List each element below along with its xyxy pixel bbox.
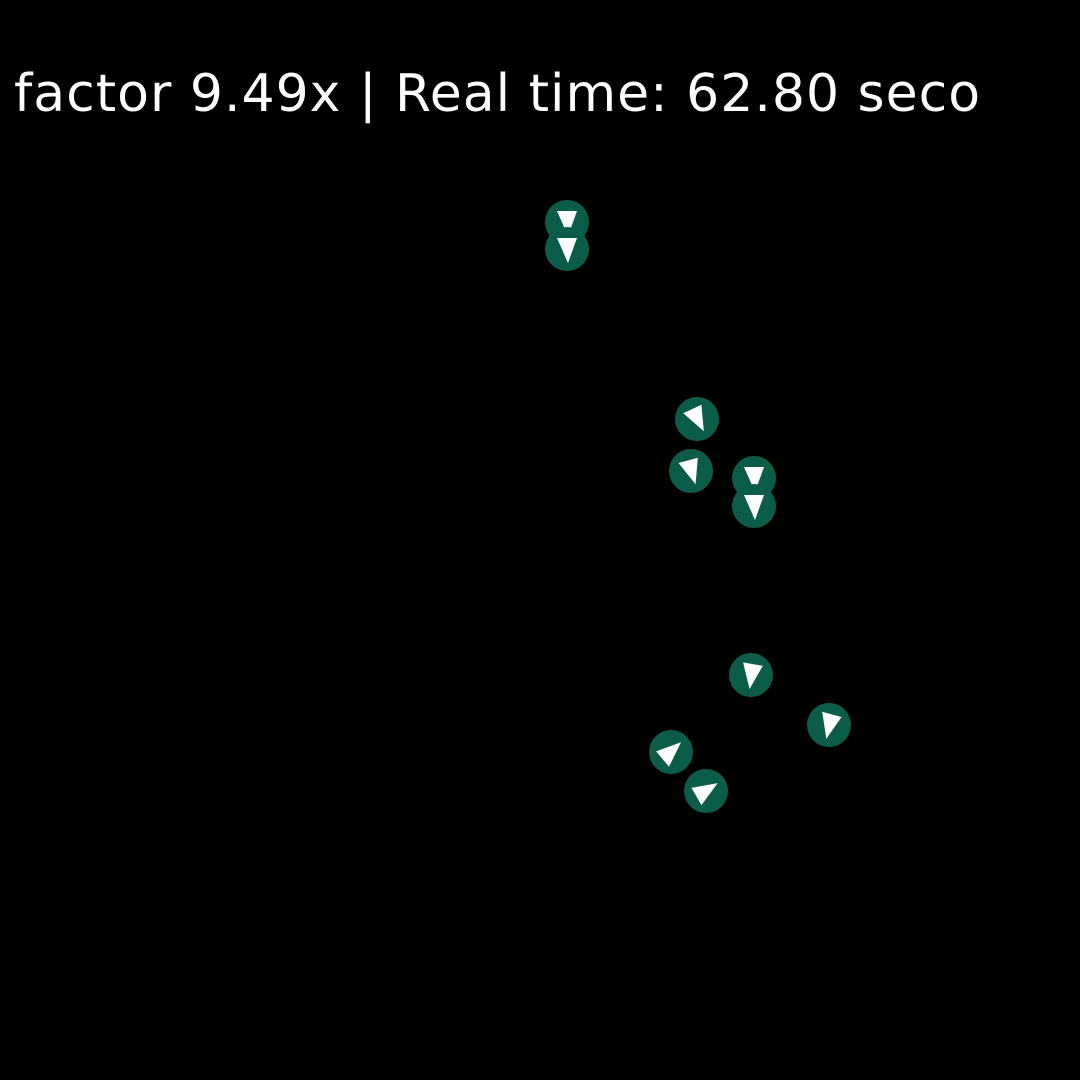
agent-10 — [684, 769, 728, 813]
agents-layer — [545, 200, 851, 813]
agent-2 — [545, 227, 589, 271]
agent-3 — [675, 397, 719, 441]
agent-7 — [729, 653, 773, 697]
agent-4 — [669, 449, 713, 493]
agent-8 — [807, 703, 851, 747]
agent-9 — [649, 730, 693, 774]
agent-arena — [545, 200, 851, 813]
simulation-viewport: factor 9.49x | Real time: 62.80 seco — [0, 0, 1080, 1080]
agent-6 — [732, 484, 776, 528]
